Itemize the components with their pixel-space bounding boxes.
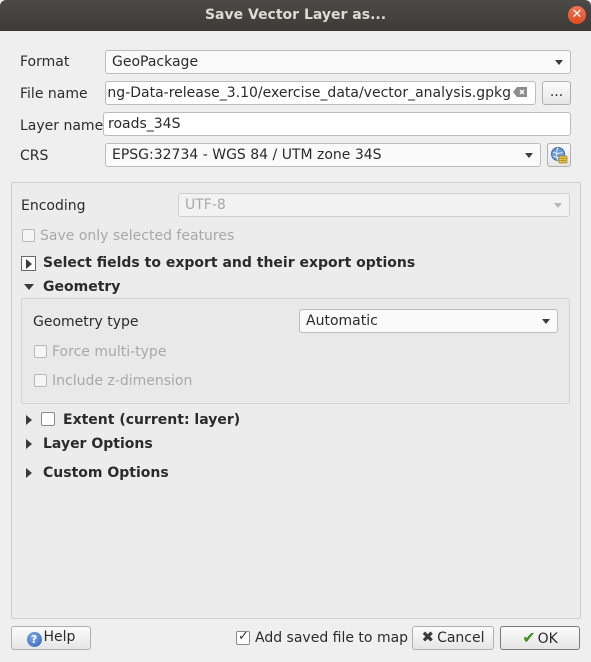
ok-button[interactable]: ✔ OK xyxy=(500,626,580,650)
chevron-right-icon[interactable] xyxy=(26,468,32,478)
encoding-value: UTF-8 xyxy=(185,197,226,213)
crs-select[interactable]: EPSG:32734 - WGS 84 / UTM zone 34S xyxy=(105,143,541,167)
ok-label: OK xyxy=(537,631,558,647)
save-selected-label: Save only selected features xyxy=(40,228,235,244)
force-multi-label: Force multi-type xyxy=(52,344,167,360)
geometry-section-label[interactable]: Geometry xyxy=(43,279,120,295)
chevron-down-icon[interactable] xyxy=(24,284,34,290)
add-to-map-checkbox[interactable]: ✓ xyxy=(236,629,250,645)
select-fields-label[interactable]: Select fields to export and their export… xyxy=(43,255,415,271)
chevron-down-icon xyxy=(555,60,563,65)
save-vector-layer-dialog: Save Vector Layer as... ✕ Format GeoPack… xyxy=(0,0,591,662)
save-selected-checkbox[interactable] xyxy=(22,229,35,242)
encoding-label: Encoding xyxy=(21,198,86,214)
select-fields-toggle[interactable] xyxy=(21,256,36,271)
window-title: Save Vector Layer as... xyxy=(204,7,387,23)
clear-icon[interactable] xyxy=(513,86,528,98)
chevron-right-icon[interactable] xyxy=(26,439,32,449)
layername-value: roads_34S xyxy=(108,116,181,132)
force-multi-checkbox[interactable] xyxy=(34,345,47,358)
title-bar: Save Vector Layer as... ✕ xyxy=(0,0,591,31)
chevron-right-icon xyxy=(26,259,32,269)
chevron-down-icon xyxy=(542,319,550,324)
format-label: Format xyxy=(20,54,70,70)
globe-icon xyxy=(551,147,568,164)
checkmark-icon: ✓ xyxy=(238,629,249,644)
geometry-type-value: Automatic xyxy=(306,313,378,329)
crs-value: EPSG:32734 - WGS 84 / UTM zone 34S xyxy=(112,147,382,163)
check-icon: ✔ xyxy=(522,628,536,647)
geometry-type-select[interactable]: Automatic xyxy=(299,309,558,333)
help-icon: ? xyxy=(26,632,42,647)
chevron-down-icon xyxy=(525,153,533,158)
cancel-icon: ✖ xyxy=(421,628,435,646)
chevron-right-icon[interactable] xyxy=(26,415,32,425)
extent-checkbox[interactable] xyxy=(41,412,55,426)
crs-selector-button[interactable] xyxy=(547,143,571,167)
format-select[interactable]: GeoPackage xyxy=(105,50,571,74)
custom-options-label[interactable]: Custom Options xyxy=(43,465,169,481)
filename-input[interactable]: ning-Data-release_3.10/exercise_data/vec… xyxy=(105,81,536,105)
format-value: GeoPackage xyxy=(112,54,199,70)
close-button[interactable]: ✕ xyxy=(568,6,586,24)
geometry-type-label: Geometry type xyxy=(33,314,139,330)
layer-options-label[interactable]: Layer Options xyxy=(43,436,153,452)
add-to-map-label: Add saved file to map xyxy=(255,630,409,646)
chevron-down-icon xyxy=(554,203,562,208)
include-z-label: Include z-dimension xyxy=(52,373,193,389)
close-icon: ✕ xyxy=(571,7,583,22)
encoding-select[interactable]: UTF-8 xyxy=(178,193,570,217)
help-button[interactable]: ? Help xyxy=(11,626,91,650)
help-label: Help xyxy=(43,629,76,645)
browse-button[interactable]: ... xyxy=(542,81,571,105)
layername-input[interactable]: roads_34S xyxy=(103,112,571,136)
filename-value: ning-Data-release_3.10/exercise_data/vec… xyxy=(105,85,511,101)
extent-label[interactable]: Extent (current: layer) xyxy=(63,412,240,428)
cancel-button[interactable]: ✖ Cancel xyxy=(412,626,494,650)
cancel-label: Cancel xyxy=(437,630,485,646)
include-z-checkbox[interactable] xyxy=(34,374,47,387)
filename-label: File name xyxy=(20,86,88,102)
crs-label: CRS xyxy=(20,148,49,164)
layername-label: Layer name xyxy=(20,118,104,134)
